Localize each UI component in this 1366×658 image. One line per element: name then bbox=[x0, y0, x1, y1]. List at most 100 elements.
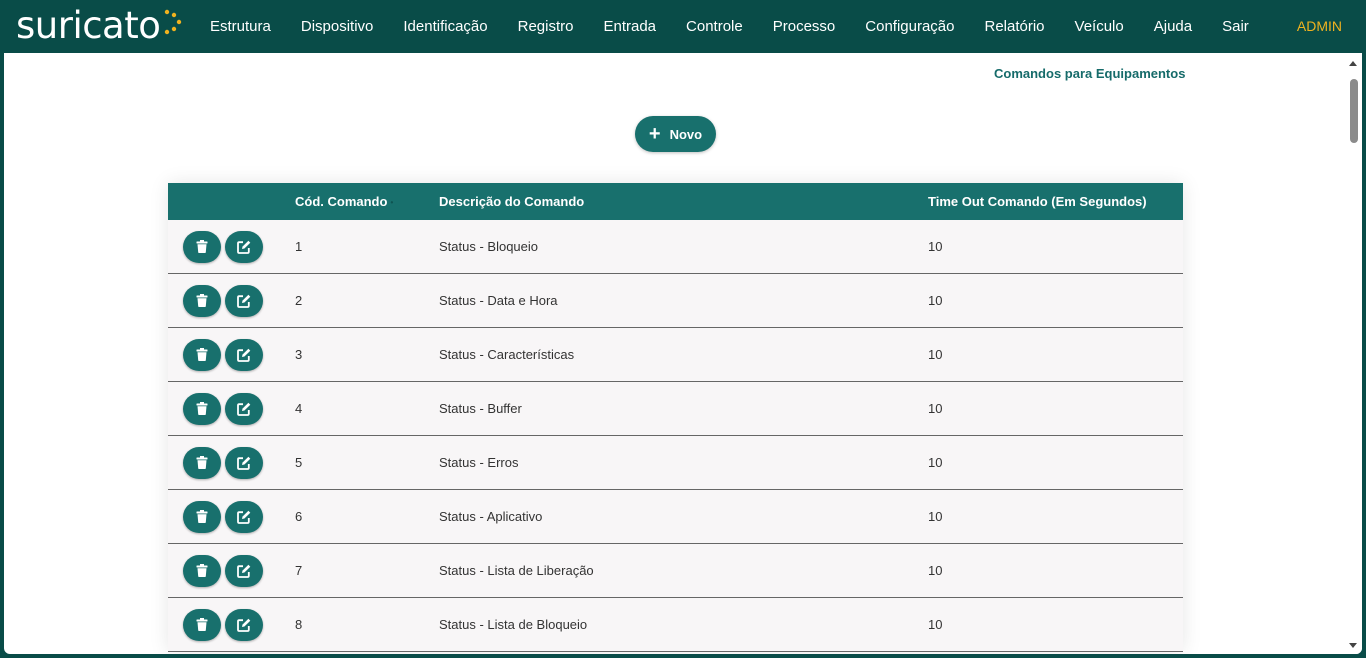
cell-desc: Status - Buffer bbox=[439, 401, 522, 416]
edit-icon bbox=[237, 294, 251, 308]
cell-cod: 7 bbox=[295, 563, 303, 578]
cell-cod: 5 bbox=[295, 455, 303, 470]
column-header-desc-label: Descrição do Comando bbox=[439, 194, 585, 209]
edit-icon bbox=[237, 618, 251, 632]
edit-button[interactable] bbox=[225, 608, 263, 641]
column-header-cod[interactable]: Cód. Comando • bbox=[280, 183, 424, 220]
scroll-down-arrow-icon[interactable] bbox=[1349, 643, 1357, 648]
table-row: 5 Status - Erros 10 bbox=[168, 435, 1183, 490]
logo-dots-icon bbox=[165, 9, 182, 35]
column-header-timeout[interactable]: Time Out Comando (Em Segundos) bbox=[913, 183, 1183, 220]
menu-item-controle[interactable]: Controle bbox=[671, 0, 758, 53]
scroll-thumb[interactable] bbox=[1350, 79, 1358, 143]
edit-button[interactable] bbox=[225, 446, 263, 479]
edit-button[interactable] bbox=[225, 554, 263, 587]
cell-timeout: 10 bbox=[928, 563, 943, 578]
cell-timeout: 10 bbox=[928, 401, 943, 416]
table-row: 6 Status - Aplicativo 10 bbox=[168, 489, 1183, 544]
edit-icon bbox=[237, 402, 251, 416]
commands-table: Cód. Comando • Descrição do Comando Time … bbox=[168, 183, 1183, 652]
cell-timeout: 10 bbox=[928, 347, 943, 362]
edit-button[interactable] bbox=[225, 230, 263, 263]
row-actions bbox=[168, 435, 280, 490]
row-actions bbox=[168, 220, 280, 274]
trash-icon bbox=[196, 618, 208, 631]
main-menu: Estrutura Dispositivo Identificação Regi… bbox=[195, 0, 1264, 53]
trash-icon bbox=[196, 456, 208, 469]
cell-cod: 3 bbox=[295, 347, 303, 362]
menu-item-estrutura[interactable]: Estrutura bbox=[195, 0, 286, 53]
cell-desc: Status - Aplicativo bbox=[439, 509, 543, 524]
row-actions bbox=[168, 543, 280, 598]
trash-icon bbox=[196, 564, 208, 577]
vertical-scrollbar[interactable] bbox=[1345, 53, 1362, 654]
menu-item-registro[interactable]: Registro bbox=[503, 0, 589, 53]
edit-icon bbox=[237, 348, 251, 362]
trash-icon bbox=[196, 510, 208, 523]
cell-timeout: 10 bbox=[928, 455, 943, 470]
table-row: 4 Status - Buffer 10 bbox=[168, 381, 1183, 436]
delete-button[interactable] bbox=[183, 446, 221, 479]
menu-item-processo[interactable]: Processo bbox=[758, 0, 851, 53]
cell-cod: 2 bbox=[295, 293, 303, 308]
cell-cod: 4 bbox=[295, 401, 303, 416]
row-actions bbox=[168, 597, 280, 652]
menu-item-sair[interactable]: Sair bbox=[1207, 0, 1264, 53]
new-button-label: Novo bbox=[669, 126, 703, 142]
page-title: Comandos para Equipamentos bbox=[994, 66, 1186, 81]
logo-text: suricato bbox=[16, 4, 161, 47]
table-row: 7 Status - Lista de Liberação 10 bbox=[168, 543, 1183, 598]
delete-button[interactable] bbox=[183, 284, 221, 317]
sort-indicator-icon: • bbox=[390, 198, 394, 208]
column-header-desc[interactable]: Descrição do Comando bbox=[424, 183, 913, 220]
table-row: 1 Status - Bloqueio 10 bbox=[168, 220, 1183, 274]
edit-icon bbox=[237, 456, 251, 470]
cell-timeout: 10 bbox=[928, 617, 943, 632]
menu-item-entrada[interactable]: Entrada bbox=[588, 0, 671, 53]
column-header-cod-label: Cód. Comando bbox=[295, 194, 388, 209]
cell-cod: 6 bbox=[295, 509, 303, 524]
edit-icon bbox=[237, 240, 251, 254]
plus-icon: + bbox=[648, 123, 661, 145]
cell-desc: Status - Data e Hora bbox=[439, 293, 558, 308]
column-header-timeout-label: Time Out Comando (Em Segundos) bbox=[928, 194, 1147, 209]
top-navbar: suricato Estrutura Dispositivo Identific… bbox=[4, 0, 1362, 53]
delete-button[interactable] bbox=[183, 338, 221, 371]
trash-icon bbox=[196, 294, 208, 307]
delete-button[interactable] bbox=[183, 608, 221, 641]
new-button[interactable]: + Novo bbox=[635, 116, 716, 152]
delete-button[interactable] bbox=[183, 500, 221, 533]
edit-button[interactable] bbox=[225, 284, 263, 317]
menu-item-veiculo[interactable]: Veículo bbox=[1060, 0, 1139, 53]
row-actions bbox=[168, 489, 280, 544]
menu-item-dispositivo[interactable]: Dispositivo bbox=[286, 0, 389, 53]
cell-desc: Status - Lista de Liberação bbox=[439, 563, 594, 578]
menu-item-relatorio[interactable]: Relatório bbox=[970, 0, 1060, 53]
cell-timeout: 10 bbox=[928, 293, 943, 308]
edit-button[interactable] bbox=[225, 392, 263, 425]
table-header-row: Cód. Comando • Descrição do Comando Time … bbox=[168, 183, 1183, 220]
menu-item-ajuda[interactable]: Ajuda bbox=[1139, 0, 1207, 53]
row-actions bbox=[168, 381, 280, 436]
cell-timeout: 10 bbox=[928, 509, 943, 524]
edit-button[interactable] bbox=[225, 500, 263, 533]
delete-button[interactable] bbox=[183, 554, 221, 587]
trash-icon bbox=[196, 240, 208, 253]
row-actions bbox=[168, 273, 280, 328]
menu-item-configuracao[interactable]: Configuração bbox=[850, 0, 969, 53]
logo[interactable]: suricato bbox=[16, 4, 184, 48]
user-menu[interactable]: ADMIN bbox=[1297, 0, 1342, 53]
edit-icon bbox=[237, 564, 251, 578]
app-window: suricato Estrutura Dispositivo Identific… bbox=[4, 0, 1362, 654]
table-row: 3 Status - Características 10 bbox=[168, 327, 1183, 382]
edit-button[interactable] bbox=[225, 338, 263, 371]
trash-icon bbox=[196, 402, 208, 415]
table-row: 2 Status - Data e Hora 10 bbox=[168, 273, 1183, 328]
delete-button[interactable] bbox=[183, 392, 221, 425]
cell-desc: Status - Bloqueio bbox=[439, 239, 539, 254]
cell-desc: Status - Erros bbox=[439, 455, 519, 470]
scroll-up-arrow-icon[interactable] bbox=[1349, 61, 1357, 66]
cell-cod: 1 bbox=[295, 239, 303, 254]
delete-button[interactable] bbox=[183, 230, 221, 263]
menu-item-identificacao[interactable]: Identificação bbox=[388, 0, 502, 53]
